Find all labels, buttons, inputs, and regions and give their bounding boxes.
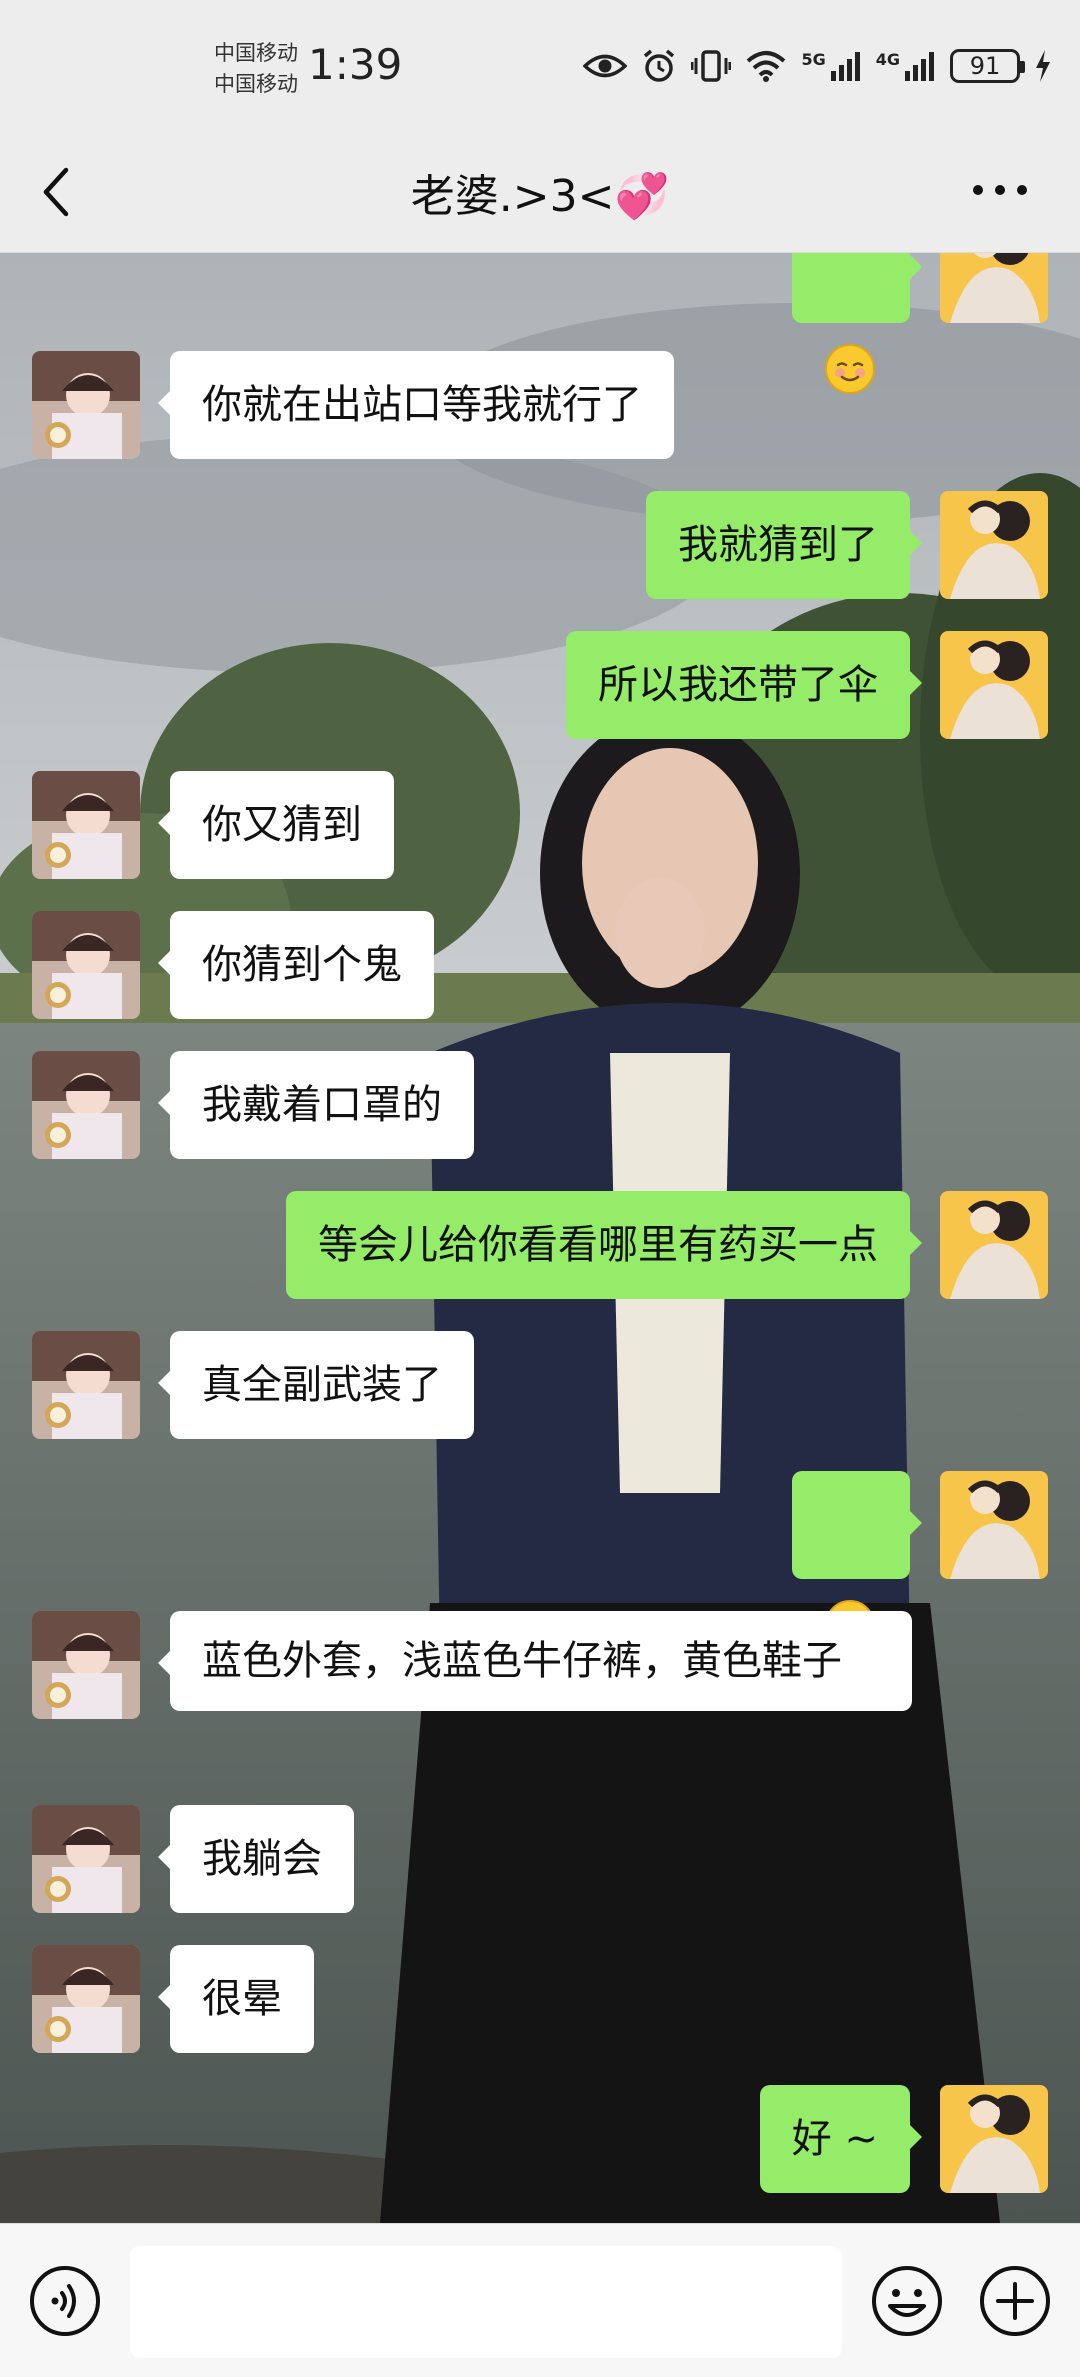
my-avatar[interactable] [940, 491, 1048, 599]
carrier-1: 中国移动 [214, 41, 298, 65]
incoming-message-bubble[interactable]: 你猜到个鬼 [158, 911, 434, 1019]
more-options-icon[interactable] [970, 178, 1030, 202]
input-bar [0, 2223, 1080, 2377]
incoming-message-bubble[interactable]: 蓝色外套，浅蓝色牛仔裤，黄色鞋子 [158, 1611, 912, 1711]
signal-1-label: 5G [801, 49, 826, 69]
incoming-message-bubble[interactable]: 很晕 [158, 1945, 314, 2053]
eye-icon [583, 54, 628, 78]
contact-avatar[interactable] [32, 1945, 140, 2053]
contact-avatar[interactable] [32, 911, 140, 1019]
incoming-message-bubble[interactable]: 我躺会 [158, 1805, 354, 1913]
wifi-icon [747, 51, 786, 82]
contact-avatar[interactable] [32, 1805, 140, 1913]
my-avatar[interactable] [940, 253, 1048, 323]
contact-avatar[interactable] [32, 351, 140, 459]
chat-header: 老婆.>3<💞 [0, 130, 1080, 253]
voice-icon[interactable] [28, 2264, 102, 2338]
chat-area[interactable]: 你就在出站口等我就行了 我就猜到了 所以我还带了伞 你又猜到 你猜到个鬼 我戴着… [0, 253, 1080, 2223]
status-icons: 5G 4G 91 [583, 48, 1052, 84]
signal-icon [830, 52, 860, 81]
message-input[interactable] [130, 2246, 842, 2358]
vibrate-icon [691, 50, 732, 82]
chat-title: 老婆.>3<💞 [410, 171, 670, 222]
emoji-icon[interactable] [870, 2264, 944, 2338]
incoming-message-bubble[interactable]: 真全副武装了 [158, 1331, 474, 1439]
carrier-2: 中国移动 [214, 72, 298, 96]
contact-avatar[interactable] [32, 1051, 140, 1159]
outgoing-message-bubble[interactable]: 所以我还带了伞 [566, 631, 922, 739]
outgoing-message-bubble[interactable]: 好 ~ [759, 2085, 923, 2193]
contact-avatar[interactable] [32, 1611, 140, 1719]
clock: 1:39 [308, 40, 403, 89]
outgoing-message-bubble[interactable] [792, 1471, 922, 1650]
smiling-face-emoji-icon [825, 344, 875, 394]
incoming-message-bubble[interactable]: 你又猜到 [158, 771, 394, 879]
status-bar: 中国移动 中国移动 1:39 5G 4G 91 [0, 0, 1080, 130]
my-avatar[interactable] [940, 1191, 1048, 1299]
message-list: 你就在出站口等我就行了 我就猜到了 所以我还带了伞 你又猜到 你猜到个鬼 我戴着… [0, 253, 1080, 2223]
alarm-icon [644, 49, 675, 82]
my-avatar[interactable] [940, 631, 1048, 739]
plus-icon[interactable] [978, 2264, 1052, 2338]
charging-icon [1036, 50, 1050, 82]
my-avatar[interactable] [940, 2085, 1048, 2193]
outgoing-message-bubble[interactable]: 我就猜到了 [646, 491, 922, 599]
outgoing-message-bubble[interactable] [792, 253, 922, 394]
signal-2-label: 4G [875, 49, 900, 69]
incoming-message-bubble[interactable]: 你就在出站口等我就行了 [158, 351, 674, 459]
battery-icon: 91 [950, 49, 1025, 83]
incoming-message-bubble[interactable]: 我戴着口罩的 [158, 1051, 474, 1159]
battery-level: 91 [969, 52, 1001, 80]
carrier-info: 中国移动 中国移动 [214, 38, 298, 100]
contact-avatar[interactable] [32, 771, 140, 879]
contact-avatar[interactable] [32, 1331, 140, 1439]
signal-icon [905, 52, 934, 81]
my-avatar[interactable] [940, 1471, 1048, 1579]
outgoing-message-bubble[interactable]: 等会儿给你看看哪里有药买一点 [286, 1191, 922, 1299]
